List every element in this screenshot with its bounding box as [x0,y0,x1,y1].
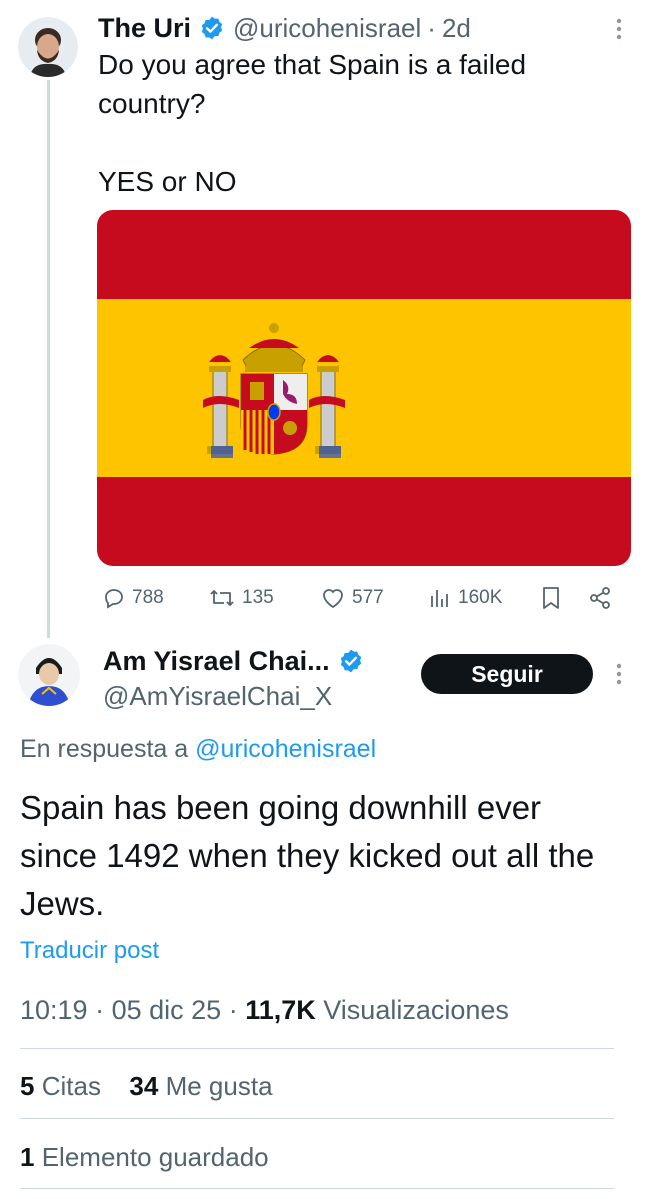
reply-context: En respuesta a @uricohenisrael [20,735,376,764]
follow-button[interactable]: Seguir [421,654,593,694]
likes-count: 34 [129,1071,159,1101]
bookmarks-label: Elemento guardado [41,1142,269,1172]
repost-count: 135 [242,587,274,608]
likes-stat[interactable]: 34 Me gusta [129,1071,272,1101]
divider [20,1188,614,1189]
tweet1-header: The Uri @uricohenisrael · 2d [98,10,471,46]
more-options-icon[interactable] [612,15,626,43]
tweet1-media-spain-flag[interactable] [97,210,631,566]
analytics-icon [431,590,448,607]
divider [20,1118,614,1119]
avatar-the-uri[interactable] [18,17,78,77]
tweet2-text: Spain has been going downhill ever since… [20,789,595,922]
repost-button[interactable]: 135 [208,586,320,610]
reply-icon [105,589,123,609]
quotes-stat[interactable]: 5 Citas [20,1071,101,1101]
views-button[interactable]: 160K [428,586,540,610]
quotes-label: Citas [41,1071,101,1101]
likes-label: Me gusta [165,1071,273,1101]
more-options-icon[interactable] [612,660,626,688]
verified-badge-icon [199,15,225,41]
verified-badge-icon [338,648,364,674]
tweet2-handle[interactable]: @AmYisraelChai_X [103,681,332,712]
reply-count: 788 [132,587,164,608]
thread-connector-line [47,80,50,638]
quotes-count: 5 [20,1071,35,1101]
views-total: 11,7K [245,995,316,1025]
divider [20,1048,614,1049]
share-button[interactable] [588,586,618,610]
engagement-row: 5 Citas 34 Me gusta [20,1071,273,1102]
share-icon [590,587,610,609]
like-button[interactable]: 577 [320,586,428,610]
post-time[interactable]: 10:19 [20,995,88,1025]
tweet2-name-row: Am Yisrael Chai... [103,643,364,679]
tweet1-display-name[interactable]: The Uri [98,13,191,44]
repost-icon [210,590,234,606]
tweet1-age[interactable]: 2d [442,13,471,44]
post-date[interactable]: 05 dic 25 [112,995,222,1025]
translate-post-link[interactable]: Traducir post [20,937,159,965]
reply-to-handle-link[interactable]: @uricohenisrael [195,735,376,763]
tweet1-text: Do you agree that Spain is a failed coun… [98,49,527,197]
bookmark-button[interactable] [540,585,588,611]
reply-prefix: En respuesta a [20,735,189,763]
tweet1-action-bar: 788 135 577 160K [102,583,622,613]
bookmark-icon [543,587,559,609]
header-separator: · [427,12,436,43]
heart-icon [323,589,343,609]
views-count: 160K [458,587,503,608]
reply-button[interactable]: 788 [102,586,208,610]
tweet1-handle[interactable]: @uricohenisrael [233,13,421,44]
tweet2-display-name[interactable]: Am Yisrael Chai... [103,646,330,677]
avatar-am-yisrael-chai[interactable] [18,644,80,706]
bookmarks-stat[interactable]: 1 Elemento guardado [20,1142,269,1173]
tweet2-meta-row: 10:19 · 05 dic 25 · 11,7K Visualizacione… [20,995,509,1025]
like-count: 577 [352,587,384,608]
views-label: Visualizaciones [323,995,509,1025]
bookmarks-count: 1 [20,1142,35,1172]
